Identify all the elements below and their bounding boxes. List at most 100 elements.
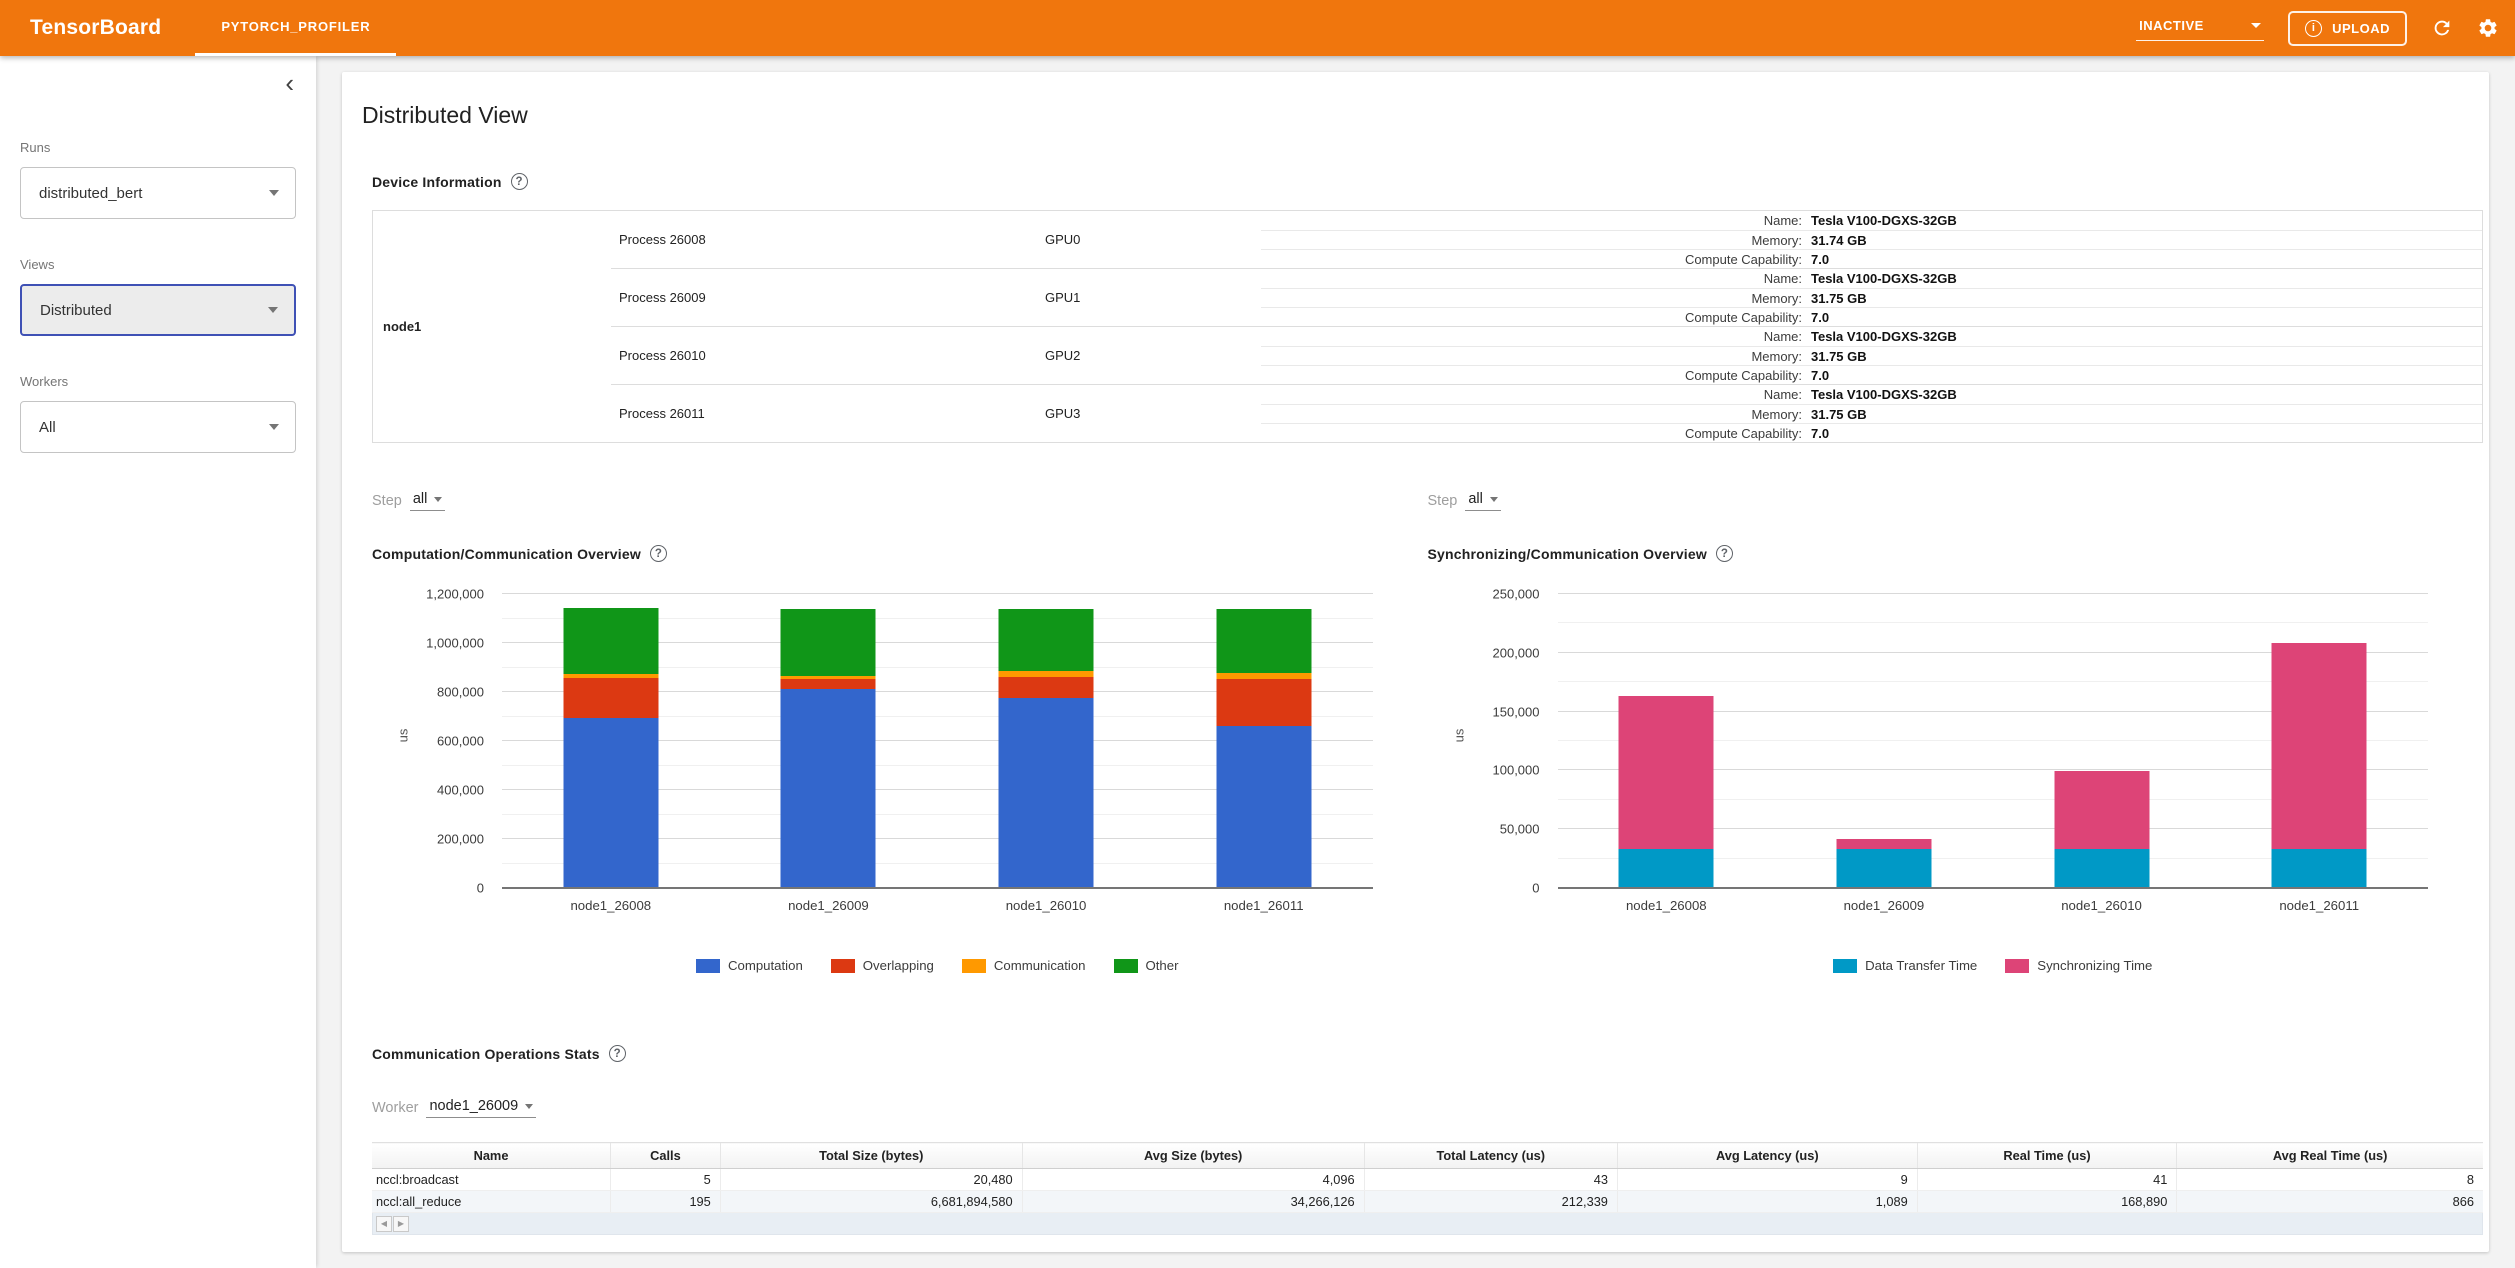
step-select[interactable]: Step all <box>372 491 1428 511</box>
gpu-cell: GPU0 <box>1045 232 1081 247</box>
value-cell: 1,089 <box>1616 1190 1918 1213</box>
value-cell: 43 <box>1363 1168 1618 1191</box>
y-axis-ticks: 0 50,000 100,000 150,000 200,000 250,000 <box>1428 587 1548 896</box>
chevron-down-icon <box>1489 496 1498 502</box>
value-cell: 8 <box>2176 1168 2483 1191</box>
computation-communication-chart: us 0 200,000 400,000 600,000 800,000 1,000,00… <box>372 587 1428 918</box>
property-value: 31.75 GB <box>1811 406 1867 422</box>
bar-segment-synchronizing-time <box>1836 838 1932 849</box>
y-tick-label: 600,000 <box>437 733 484 749</box>
communication-ops-section: Communication Operations Stats Worker no… <box>372 1045 2483 1235</box>
column-header: Total Latency (us) <box>1363 1142 1618 1169</box>
value-cell: 20,480 <box>719 1168 1023 1191</box>
value-cell: 4,096 <box>1021 1168 1365 1191</box>
bar-group: node1_26011 <box>1155 594 1373 913</box>
workers-label: Workers <box>20 374 69 389</box>
x-axis-category-label: node1_26009 <box>788 898 869 913</box>
gpu-properties: Name: Tesla V100-DGXS-32GB Memory: 31.74 GB… <box>1261 211 2482 268</box>
property-value: 31.75 GB <box>1811 348 1867 364</box>
property-label: Compute Capability: <box>1684 251 1802 267</box>
help-icon[interactable] <box>608 1045 626 1062</box>
legend-label: Data Transfer Time <box>1865 958 1978 973</box>
workers-select[interactable]: All <box>20 401 296 453</box>
y-tick-label: 150,000 <box>1492 704 1540 720</box>
legend-label: Other <box>1145 958 1179 973</box>
table-row: nccl:broadcast 5 20,480 4,096 43 9 41 8 <box>372 1168 2483 1191</box>
property-label: Name: <box>1763 271 1802 286</box>
views-label: Views <box>20 257 55 272</box>
chevron-down-icon <box>269 190 279 196</box>
y-tick-label: 800,000 <box>437 684 484 700</box>
legend-swatch <box>2005 958 2030 973</box>
property-label: Name: <box>1763 213 1802 228</box>
arrow-right-icon <box>398 1219 404 1228</box>
device-row: Process 26010 GPU2 Name: Tesla V100-DGXS-32… <box>611 326 2482 384</box>
bar-segment-other <box>780 608 876 676</box>
chart-legend: Computation Overlapping Communication Other <box>502 958 1373 973</box>
refresh-icon[interactable] <box>2431 17 2453 39</box>
y-tick-label: 250,000 <box>1492 586 1540 602</box>
table-pager-bar <box>372 1213 2483 1235</box>
x-axis-category-label: node1_26009 <box>1843 898 1925 913</box>
column-header: Name <box>372 1142 611 1169</box>
tab-label: PYTORCH_PROFILER <box>221 19 371 34</box>
communication-ops-heading: Communication Operations Stats <box>372 1045 2483 1062</box>
help-icon[interactable] <box>1715 545 1733 562</box>
property-row: Name: Tesla V100-DGXS-32GB <box>1261 385 2482 404</box>
help-icon[interactable] <box>649 545 667 562</box>
views-value: Distributed <box>40 301 112 319</box>
x-axis-category-label: node1_26008 <box>1625 898 1707 913</box>
stacked-bar <box>1216 609 1312 888</box>
synchronizing-chart-column: Step all Synchronizing/Communication Ove… <box>1428 491 2484 973</box>
runs-select[interactable]: distributed_bert <box>20 167 296 219</box>
table-row: nccl:all_reduce 195 6,681,894,580 34,266,12… <box>372 1190 2483 1213</box>
op-name-cell: nccl:all_reduce <box>372 1190 611 1213</box>
stacked-bar <box>780 608 876 888</box>
appbar-actions: INACTIVE UPLOAD <box>2136 10 2499 46</box>
property-row: Compute Capability: 7.0 <box>1261 423 2482 442</box>
bar-segment-synchronizing-time <box>2054 771 2150 849</box>
legend-item: Computation <box>696 958 803 973</box>
bar-group: node1_26011 <box>2210 594 2428 913</box>
property-value: Tesla V100-DGXS-32GB <box>1811 387 1957 402</box>
column-header: Avg Latency (us) <box>1616 1142 1918 1169</box>
property-label: Name: <box>1763 387 1802 402</box>
property-row: Name: Tesla V100-DGXS-32GB <box>1261 269 2482 288</box>
property-row: Memory: 31.75 GB <box>1261 404 2482 423</box>
tab-pytorch-profiler[interactable]: PYTORCH_PROFILER <box>195 0 397 56</box>
help-icon[interactable] <box>510 173 528 190</box>
sidebar: Runs distributed_bert Views Distributed … <box>0 56 316 1268</box>
legend-swatch <box>696 958 720 973</box>
worker-select[interactable]: Worker node1_26009 <box>372 1098 2483 1118</box>
property-label: Memory: <box>1751 406 1802 422</box>
property-value: Tesla V100-DGXS-32GB <box>1811 329 1957 344</box>
stacked-bar <box>2271 643 2367 888</box>
settings-gear-icon[interactable] <box>2477 17 2499 39</box>
column-header: Total Size (bytes) <box>719 1142 1023 1169</box>
pager-next-button[interactable] <box>393 1215 409 1232</box>
value-cell: 41 <box>1916 1168 2177 1191</box>
property-row: Name: Tesla V100-DGXS-32GB <box>1261 211 2482 230</box>
property-value: 7.0 <box>1811 251 1830 267</box>
process-cell: Process 26008 <box>619 232 706 247</box>
step-select[interactable]: Step all <box>1428 491 2484 511</box>
chevron-down-icon <box>525 1103 534 1109</box>
upload-button[interactable]: UPLOAD <box>2288 10 2407 46</box>
value-cell: 34,266,126 <box>1021 1190 1365 1213</box>
gpu-properties: Name: Tesla V100-DGXS-32GB Memory: 31.75 GB… <box>1261 385 2482 442</box>
distributed-view-card: Distributed View Device Information node… <box>342 72 2489 1252</box>
pager-prev-button[interactable] <box>376 1215 392 1232</box>
y-tick-label: 1,000,000 <box>426 635 484 651</box>
legend-item: Communication <box>961 958 1086 973</box>
views-select[interactable]: Distributed <box>20 284 296 336</box>
y-axis-ticks: 0 200,000 400,000 600,000 800,000 1,000,000 1,… <box>372 587 492 896</box>
legend-label: Overlapping <box>862 958 934 973</box>
property-value: 31.75 GB <box>1811 290 1867 306</box>
arrow-left-icon <box>381 1219 387 1228</box>
plot-area: node1_26008 node1_26009 node1_26010 node1_2… <box>502 593 1373 913</box>
value-cell: 9 <box>1616 1168 1918 1191</box>
device-row: Process 26008 GPU0 Name: Tesla V100-DGXS-32… <box>611 211 2482 268</box>
bar-segment-computation <box>1216 725 1312 888</box>
status-select[interactable]: INACTIVE <box>2136 16 2265 41</box>
collapse-sidebar-icon[interactable] <box>285 70 294 96</box>
